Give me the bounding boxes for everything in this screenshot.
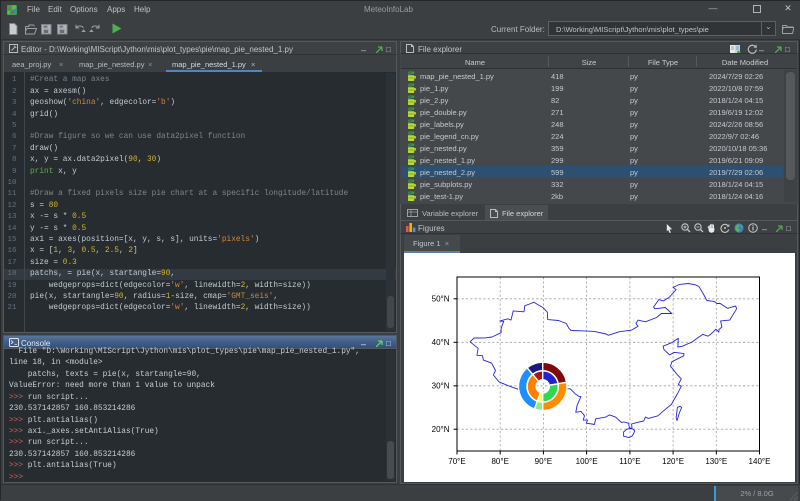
svg-text:90°E: 90°E xyxy=(535,457,552,466)
svg-text:120°E: 120°E xyxy=(662,457,684,466)
svg-text:30°N: 30°N xyxy=(432,382,450,391)
svg-text:140°E: 140°E xyxy=(749,457,771,466)
svg-text:70°E: 70°E xyxy=(448,457,465,466)
svg-text:110°E: 110°E xyxy=(619,457,640,466)
svg-text:100°E: 100°E xyxy=(576,457,598,466)
svg-text:80°E: 80°E xyxy=(491,457,508,466)
svg-text:50°N: 50°N xyxy=(432,295,450,304)
svg-text:40°N: 40°N xyxy=(432,338,450,347)
svg-text:20°N: 20°N xyxy=(432,425,450,434)
svg-text:130°E: 130°E xyxy=(705,457,727,466)
